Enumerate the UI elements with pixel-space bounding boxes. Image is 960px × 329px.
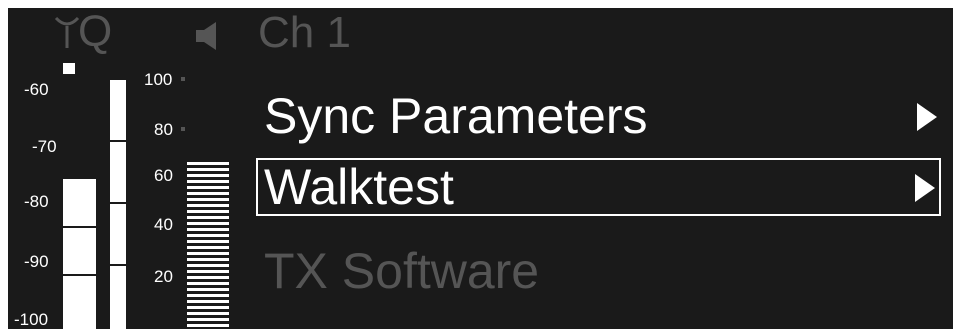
rf-scale-label: -80	[24, 192, 49, 211]
af-bar-divider	[110, 140, 126, 142]
audio-meter-segment	[187, 204, 229, 207]
scale-tick	[181, 127, 185, 131]
af-scale-label: 100	[144, 70, 173, 89]
audio-meter-segment	[187, 186, 229, 189]
audio-meter-segment	[187, 216, 229, 219]
rf-scale-label: -90	[24, 252, 49, 271]
speaker-icon	[196, 22, 216, 50]
audio-meter-segment	[187, 294, 229, 297]
audio-meter-segment	[187, 258, 229, 261]
antenna-icon	[54, 16, 80, 48]
rf-scale-label: -100	[14, 310, 49, 329]
audio-meter-segment	[187, 312, 229, 315]
audio-meter-segment	[187, 228, 229, 231]
audio-meter-segment	[187, 276, 229, 279]
rf-scale-label: -70	[32, 137, 57, 156]
audio-meter-segment	[187, 318, 229, 321]
audio-meter-segment	[187, 264, 229, 267]
rf-level-bar	[63, 179, 96, 329]
audio-meter-segment	[187, 180, 229, 183]
audio-meter-segment	[187, 282, 229, 285]
audio-meter-segment	[187, 210, 229, 213]
menu-item-tx-software[interactable]: TX Software	[256, 242, 941, 300]
audio-meter-segment	[187, 288, 229, 291]
audio-meter-segment	[187, 240, 229, 243]
audio-meter-segment	[187, 252, 229, 255]
chevron-right-icon	[917, 103, 937, 131]
scale-tick	[181, 77, 185, 81]
audio-meter-segment	[187, 162, 229, 165]
af-bar-divider	[110, 202, 126, 204]
af-bar-divider	[110, 264, 126, 266]
menu-item-label: TX Software	[264, 243, 540, 299]
af-level-bar	[110, 80, 126, 329]
audio-meter-segment	[187, 306, 229, 309]
menu-item-label: Walktest	[264, 159, 454, 215]
audio-meter-segment	[187, 234, 229, 237]
af-scale-label: 20	[154, 267, 173, 286]
chevron-right-icon	[915, 174, 935, 202]
audio-meter-segment	[187, 192, 229, 195]
receiver-display: Q Ch 1 -60 -70 -80 -90 -100 100 80 60 40…	[8, 8, 953, 329]
menu-item-walktest[interactable]: Walktest	[256, 158, 941, 216]
audio-meter-segment	[187, 174, 229, 177]
audio-meter-segment	[187, 198, 229, 201]
af-scale-label: 60	[154, 166, 173, 185]
menu-item-sync-parameters[interactable]: Sync Parameters	[256, 87, 941, 145]
af-scale-label: 80	[154, 120, 173, 139]
audio-meter-segment	[187, 324, 229, 327]
rf-bar-divider	[63, 226, 96, 228]
audio-meter-segment	[187, 168, 229, 171]
af-scale-label: 40	[154, 215, 173, 234]
diversity-indicator: Q	[78, 8, 113, 56]
rf-peak-indicator	[63, 63, 75, 74]
rf-bar-divider	[63, 274, 96, 276]
audio-meter-segment	[187, 300, 229, 303]
menu-item-label: Sync Parameters	[264, 88, 648, 144]
audio-meter-segment	[187, 222, 229, 225]
rf-scale-label: -60	[24, 80, 49, 99]
audio-meter-segment	[187, 270, 229, 273]
channel-label: Ch 1	[258, 8, 351, 57]
audio-level-meter	[187, 162, 229, 329]
audio-meter-segment	[187, 246, 229, 249]
